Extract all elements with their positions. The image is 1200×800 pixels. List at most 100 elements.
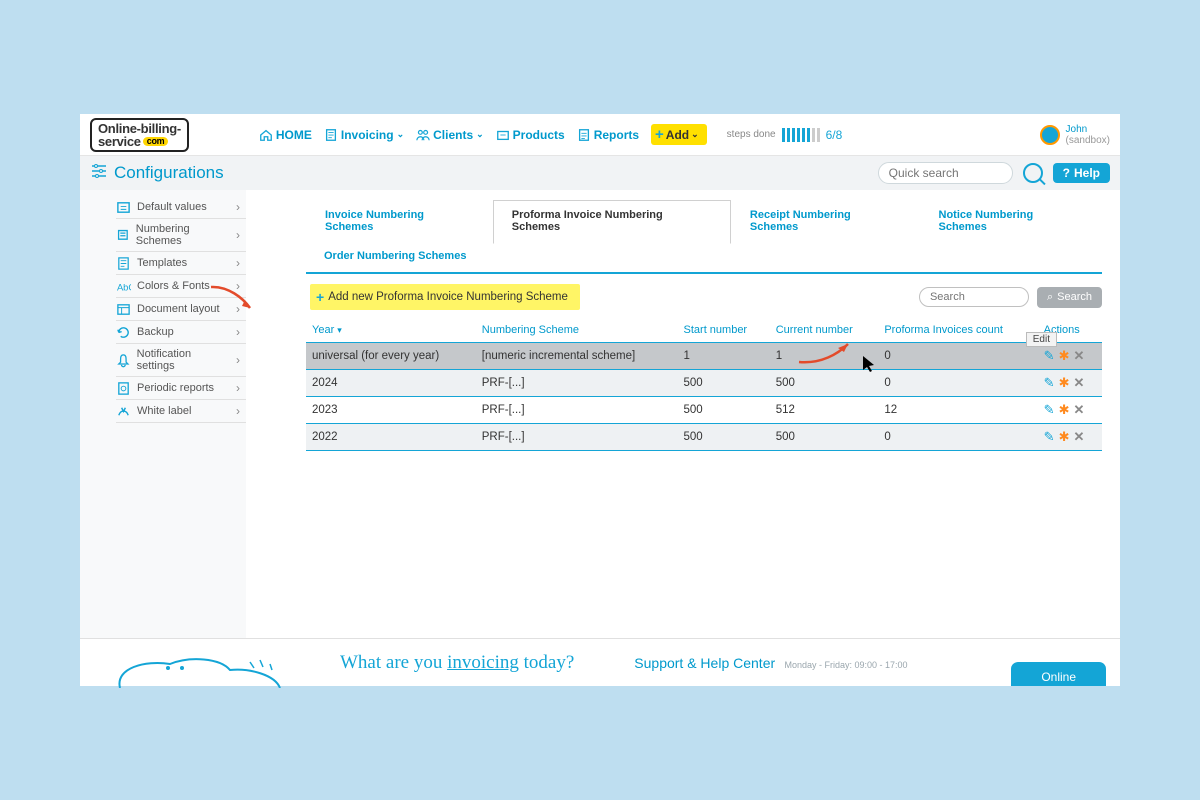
star-icon[interactable]: ✱ — [1059, 429, 1070, 445]
action-row: + Add new Proforma Invoice Numbering Sch… — [306, 274, 1102, 320]
delete-icon[interactable]: ✕ — [1073, 375, 1084, 391]
delete-icon[interactable]: ✕ — [1073, 429, 1084, 445]
tab-bar: Invoice Numbering SchemesProforma Invoic… — [306, 200, 1102, 244]
sidebar-item-label: Numbering Schemes — [136, 223, 230, 247]
plus-icon: + — [655, 126, 664, 143]
home-icon — [259, 128, 273, 142]
sidebar-item-white-label[interactable]: White label› — [116, 400, 246, 423]
star-icon[interactable]: ✱ — [1059, 375, 1070, 391]
table-search-input[interactable] — [919, 287, 1029, 307]
table-row: 2023PRF-[...]50051212✎✱✕ — [306, 397, 1102, 424]
sidebar-item-label: White label — [137, 405, 191, 417]
sidebar-item-templates[interactable]: Templates› — [116, 252, 246, 275]
sidebar-item-label: Templates — [137, 257, 187, 269]
cell-year: 2024 — [306, 370, 476, 397]
sidebar-item-default-values[interactable]: Default values › — [116, 196, 246, 219]
column-header[interactable]: Current number — [770, 320, 879, 343]
chevron-right-icon: › — [236, 279, 240, 293]
cell-year: 2022 — [306, 424, 476, 451]
column-header[interactable]: Start number — [678, 320, 770, 343]
sidebar-item-colors-fonts[interactable]: AbC Colors & Fonts › — [116, 275, 246, 298]
reports-icon — [577, 128, 591, 142]
column-header[interactable]: Proforma Invoices count — [878, 320, 1037, 343]
steps-indicator: steps done 6/8 — [727, 128, 843, 142]
chevron-right-icon: › — [236, 200, 240, 214]
nav-home[interactable]: HOME — [259, 128, 312, 142]
help-button[interactable]: ?Help — [1053, 163, 1110, 183]
chevron-right-icon: › — [236, 228, 240, 242]
tab-bar-2: Order Numbering Schemes — [306, 244, 1102, 272]
logo-line1: Online-billing- — [98, 122, 181, 135]
nav-invoicing[interactable]: Invoicing⌄ — [324, 128, 404, 142]
tab-proforma-invoice-numbering-schemes[interactable]: Proforma Invoice Numbering Schemes — [493, 200, 731, 244]
sidebar-item-backup[interactable]: Backup › — [116, 321, 246, 344]
cell-year: universal (for every year) — [306, 343, 476, 370]
tab-order-numbering[interactable]: Order Numbering Schemes — [324, 250, 466, 262]
nav-add-button[interactable]: +Add⌄ — [651, 124, 707, 145]
add-numbering-scheme-button[interactable]: + Add new Proforma Invoice Numbering Sch… — [310, 284, 580, 310]
delete-icon[interactable]: ✕ — [1073, 348, 1084, 364]
table-row: 2024PRF-[...]5005000✎✱✕ — [306, 370, 1102, 397]
sidebar-item-document-layout[interactable]: Document layout › — [116, 298, 246, 321]
sidebar-item-label: Colors & Fonts — [137, 280, 210, 292]
chevron-right-icon: › — [236, 325, 240, 339]
sidebar-icon: AbC — [116, 279, 131, 293]
tab-receipt-numbering-schemes[interactable]: Receipt Numbering Schemes — [731, 200, 920, 244]
nav-reports[interactable]: Reports — [577, 128, 639, 142]
page-title: Configurations — [90, 162, 224, 185]
search-icon[interactable] — [1023, 163, 1043, 183]
column-header[interactable]: Numbering Scheme — [476, 320, 678, 343]
sidebar-item-numbering-schemes[interactable]: Numbering Schemes › — [116, 219, 246, 252]
cell-count: 0 — [878, 424, 1037, 451]
cell-scheme: PRF-[...] — [476, 370, 678, 397]
cell-count: 0 — [878, 343, 1037, 370]
edit-icon[interactable]: ✎ — [1044, 402, 1055, 418]
delete-icon[interactable]: ✕ — [1073, 402, 1084, 418]
main-panel: Invoice Numbering SchemesProforma Invoic… — [246, 190, 1120, 686]
tab-invoice-numbering-schemes[interactable]: Invoice Numbering Schemes — [306, 200, 493, 244]
cell-scheme: PRF-[...] — [476, 424, 678, 451]
sidebar-item-notification-settings[interactable]: Notification settings› — [116, 344, 246, 377]
sidebar-icon — [116, 325, 131, 339]
cell-scheme: [numeric incremental scheme] — [476, 343, 678, 370]
sidebar-item-label: Default values — [137, 201, 207, 213]
edit-icon[interactable]: ✎ — [1044, 348, 1055, 364]
sidebar-item-label: Document layout — [137, 303, 220, 315]
sidebar-item-label: Notification settings — [137, 348, 230, 372]
nav-clients[interactable]: Clients⌄ — [416, 128, 484, 142]
chevron-right-icon: › — [236, 302, 240, 316]
column-header[interactable]: Year ▾ — [306, 320, 476, 343]
plus-icon: + — [316, 289, 324, 305]
sidebar-icon — [116, 256, 131, 270]
invoice-icon — [324, 128, 338, 142]
footer-support[interactable]: Support & Help Center Monday - Friday: 0… — [634, 655, 907, 671]
logo[interactable]: Online-billing- service com — [90, 118, 189, 152]
user-info[interactable]: John (sandbox) — [1040, 124, 1110, 146]
edit-icon[interactable]: ✎ — [1044, 429, 1055, 445]
sidebar-icon — [116, 381, 131, 395]
sidebar-icon — [116, 404, 131, 418]
tab-notice-numbering-schemes[interactable]: Notice Numbering Schemes — [920, 200, 1103, 244]
cell-count: 0 — [878, 370, 1037, 397]
edit-icon[interactable]: ✎ — [1044, 375, 1055, 391]
star-icon[interactable]: ✱ — [1059, 348, 1070, 364]
cell-current: 500 — [770, 424, 879, 451]
logo-line2: service com — [98, 135, 181, 148]
topbar: Online-billing- service com HOME Invoici… — [80, 114, 1120, 156]
nav-products[interactable]: Products — [496, 128, 565, 142]
table-row: 2022PRF-[...]5005000✎✱✕ — [306, 424, 1102, 451]
question-icon: ? — [1063, 166, 1070, 180]
products-icon — [496, 128, 510, 142]
star-icon[interactable]: ✱ — [1059, 402, 1070, 418]
cell-current: 512 — [770, 397, 879, 424]
table-row: universal (for every year)[numeric incre… — [306, 343, 1102, 370]
steps-label: steps done — [727, 129, 776, 140]
sidebar-item-label: Backup — [137, 326, 174, 338]
steps-bars — [782, 128, 820, 142]
quick-search-input[interactable] — [878, 162, 1013, 184]
table-search-button[interactable]: ⌕Search — [1037, 287, 1102, 308]
online-chat-button[interactable]: Online — [1011, 662, 1106, 686]
sidebar-icon — [116, 200, 131, 214]
svg-text:AbC: AbC — [117, 282, 131, 292]
sidebar-item-periodic-reports[interactable]: Periodic reports› — [116, 377, 246, 400]
